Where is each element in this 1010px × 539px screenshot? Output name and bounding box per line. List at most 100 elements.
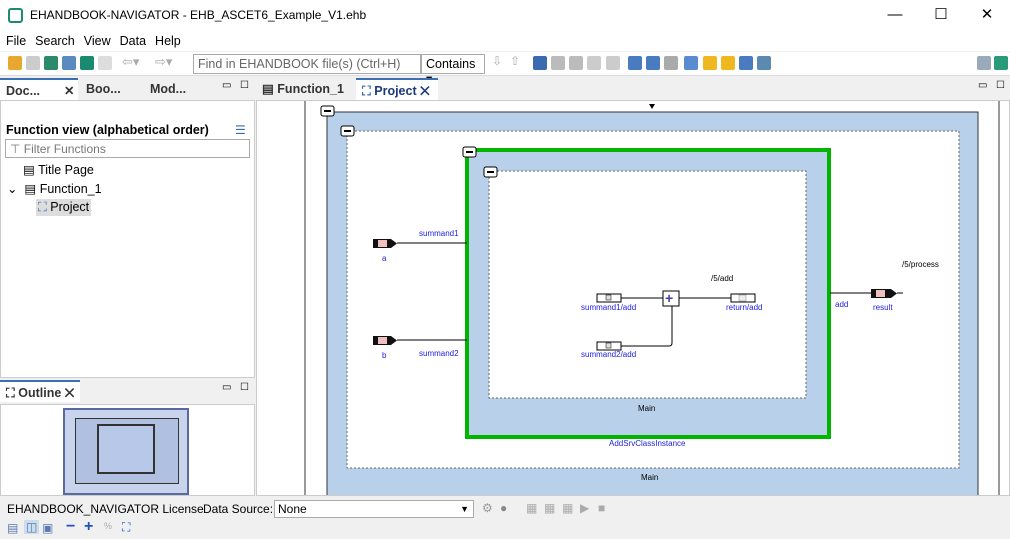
zoom-100-icon[interactable]: % (104, 521, 112, 531)
title-bar: EHANDBOOK-NAVIGATOR - EHB_ASCET6_Example… (0, 0, 1010, 32)
down-icon[interactable] (703, 56, 717, 70)
signal-summand1: summand1 (419, 229, 459, 238)
split-view-icon[interactable]: ◫ (24, 520, 40, 534)
window-title: EHANDBOOK-NAVIGATOR - EHB_ASCET6_Example… (30, 8, 367, 22)
toolbar: ⇦▾ ⇨▾ ⇩ ⇧ (0, 52, 1010, 76)
settings-icon[interactable]: ⚙ (482, 501, 493, 515)
license-label: EHANDBOOK_NAVIGATOR License (7, 502, 204, 516)
input-a-label: a (382, 254, 387, 263)
data-source-label: Data Source: (203, 502, 274, 516)
up-icon[interactable] (721, 56, 735, 70)
tab-outline[interactable]: ⛶ Outline ✕ (0, 380, 80, 402)
forward-icon[interactable]: ⇨▾ (155, 54, 172, 69)
tab-models[interactable]: Mod... (144, 78, 206, 100)
table-icon[interactable] (606, 56, 620, 70)
minimize-icon[interactable]: ▭ (222, 80, 231, 91)
outer-main-label: Main (641, 473, 658, 482)
function-view-heading: Function view (alphabetical order) (6, 123, 209, 137)
search-prev-icon[interactable]: ⇧ (510, 54, 524, 68)
signal-icon[interactable] (739, 56, 753, 70)
tab-documents[interactable]: Doc... ✕ (0, 78, 78, 100)
outline-tab-bar: ⛶ Outline ✕ ▭ ☐ (0, 380, 255, 404)
expand-icon[interactable] (533, 56, 547, 70)
zoom-in-icon[interactable]: + (84, 518, 93, 536)
diagram-d-icon[interactable] (628, 56, 642, 70)
inner-input-1-label: summand1/add (581, 303, 636, 312)
portrait-icon[interactable]: ▣ (42, 521, 53, 535)
exit-icon[interactable] (80, 56, 94, 70)
minimize-icon[interactable]: ▭ (222, 382, 231, 393)
tree-item-project[interactable]: ⛶ Project (36, 199, 92, 216)
keyboard-icon[interactable] (977, 56, 991, 70)
diagram-canvas[interactable]: summand1 a summand2 b summand1/add summa… (256, 100, 1010, 496)
record-2-icon[interactable]: ▦ (544, 501, 555, 515)
maximize-icon[interactable]: ☐ (996, 80, 1005, 91)
function-view-panel: Function view (alphabetical order) ☰ ⊤ F… (0, 100, 255, 378)
tree-item-function-1[interactable]: ⌄ ▤ Function_1 (7, 181, 102, 196)
back-icon[interactable]: ⇦▾ (122, 54, 139, 69)
output-path-label: /5/process (902, 260, 939, 269)
outline-thumbnail[interactable] (63, 408, 189, 495)
fit-icon[interactable]: ⛶ (122, 520, 130, 535)
editor-tab-bar: ▤ Function_1 ⛶ Project ✕ ▭ ☐ (256, 78, 1010, 100)
outline-panel (0, 404, 255, 496)
maximize-button[interactable]: ☐ (918, 0, 964, 32)
data-source-dropdown[interactable]: None ▼ (274, 500, 474, 518)
minimize-button[interactable]: — (872, 0, 918, 32)
inner-input-2-label: summand2/add (581, 350, 636, 359)
export-icon[interactable] (44, 56, 58, 70)
signal-summand2: summand2 (419, 349, 459, 358)
perspective-icon[interactable] (994, 56, 1008, 70)
sort-icon[interactable]: ☰ (235, 123, 246, 137)
window-icon[interactable] (757, 56, 771, 70)
menu-view[interactable]: View (78, 32, 114, 48)
search-input[interactable]: Find in EHANDBOOK file(s) (Ctrl+H) (193, 54, 421, 74)
zoom-out-icon[interactable]: − (66, 518, 75, 536)
close-button[interactable]: ✕ (964, 0, 1010, 32)
collapse-icon[interactable] (551, 56, 565, 70)
inner-output-label: return/add (726, 303, 762, 312)
tab-function-1[interactable]: ▤ Function_1 (256, 78, 352, 100)
output-name-label: result (873, 303, 893, 312)
filter-functions-input[interactable]: ⊤ Filter Functions (5, 139, 250, 158)
menu-data[interactable]: Data (114, 32, 149, 48)
bottom-toolbar: ▤ ◫ ▣ − + % ⛶ (0, 518, 1010, 539)
print-icon[interactable] (62, 56, 76, 70)
tree-item-title-page[interactable]: ▤ Title Page (23, 162, 94, 177)
open-icon[interactable] (8, 56, 22, 70)
left-tab-bar: Doc... ✕ Boo... Mod... ▭ ☐ (0, 78, 255, 100)
pdf-icon[interactable] (98, 56, 112, 70)
menu-help[interactable]: Help (149, 32, 184, 48)
maximize-icon[interactable]: ☐ (240, 80, 249, 91)
maximize-icon[interactable]: ☐ (240, 382, 249, 393)
status-bar: EHANDBOOK_NAVIGATOR License Data Source:… (0, 498, 1010, 520)
diagram-icon[interactable] (664, 56, 678, 70)
ehandbook-icon (8, 8, 23, 23)
link-icon[interactable] (684, 56, 698, 70)
match-mode-dropdown[interactable]: Contains ▾ (421, 54, 485, 86)
input-b-label: b (382, 351, 387, 360)
minimize-icon[interactable]: ▭ (978, 80, 987, 91)
inner-path-label: /5/add (711, 274, 733, 283)
menu-file[interactable]: File (0, 32, 29, 48)
filter-icon[interactable] (569, 56, 583, 70)
save-icon[interactable] (26, 56, 40, 70)
menu-bar: File Search View Data Help (0, 32, 1010, 51)
tab-bookmarks[interactable]: Boo... (80, 78, 142, 100)
diagram-a-icon[interactable] (646, 56, 660, 70)
menu-search[interactable]: Search (29, 32, 78, 48)
svg-text:+: + (665, 290, 673, 306)
connect-icon[interactable]: ● (500, 501, 507, 515)
tab-project[interactable]: ⛶ Project ✕ (356, 78, 438, 100)
output-signal-label: add (835, 300, 848, 309)
record-3-icon[interactable]: ▦ (562, 501, 573, 515)
record-1-icon[interactable]: ▦ (526, 501, 537, 515)
match-mode-value: Contains (426, 57, 476, 71)
inner-main-label: Main (638, 404, 655, 413)
stop-icon[interactable]: ■ (598, 501, 605, 515)
page-view-icon[interactable]: ▤ (7, 521, 18, 535)
close-icon: ✕ (64, 84, 75, 98)
play-icon[interactable]: ▶ (580, 501, 589, 515)
search-next-icon[interactable]: ⇩ (492, 54, 506, 68)
list-icon[interactable] (587, 56, 601, 70)
